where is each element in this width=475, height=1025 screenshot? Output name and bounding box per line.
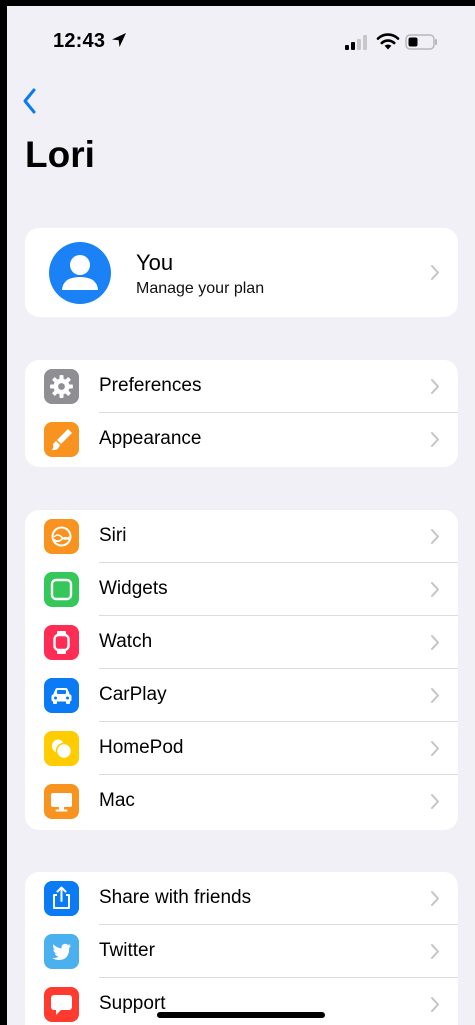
row-homepod[interactable]: HomePod (25, 722, 458, 775)
row-label: Support (99, 993, 166, 1014)
chevron-right-icon (431, 379, 439, 394)
watch-icon (44, 625, 79, 660)
row-watch[interactable]: Watch (25, 616, 458, 669)
home-indicator[interactable] (157, 1012, 325, 1018)
chevron-right-icon (431, 794, 439, 809)
chevron-right-icon (431, 944, 439, 959)
row-appearance[interactable]: Appearance (25, 413, 458, 466)
chevron-right-icon (431, 529, 439, 544)
row-widgets[interactable]: Widgets (25, 563, 458, 616)
siri-icon (44, 519, 79, 554)
widget-square-icon (44, 572, 79, 607)
row-twitter[interactable]: Twitter (25, 925, 458, 978)
row-label: Widgets (99, 578, 168, 599)
car-icon (44, 678, 79, 713)
left-black-edge (0, 0, 7, 1025)
row-label: CarPlay (99, 684, 167, 705)
cellular-signal-icon (345, 35, 367, 50)
status-bar: 12:43 (7, 6, 475, 70)
page-title: Lori (25, 134, 95, 175)
row-mac[interactable]: Mac (25, 775, 458, 828)
chevron-right-icon (431, 432, 439, 447)
gear-icon (44, 369, 79, 404)
chevron-right-icon (431, 688, 439, 703)
location-arrow-icon (112, 33, 126, 47)
chevron-right-icon (431, 265, 439, 280)
row-carplay[interactable]: CarPlay (25, 669, 458, 722)
avatar (49, 242, 111, 304)
row-share-with-friends[interactable]: Share with friends (25, 872, 458, 925)
row-label: Preferences (99, 375, 202, 396)
row-preferences[interactable]: Preferences (25, 360, 458, 413)
row-label: Siri (99, 525, 127, 546)
settings-group-devices: Siri Widgets Watch CarPlay HomePod Mac (25, 510, 458, 830)
chevron-right-icon (431, 891, 439, 906)
wifi-icon (376, 33, 400, 50)
chevron-left-icon[interactable] (15, 84, 45, 118)
row-label: Share with friends (99, 887, 252, 908)
profile-subtitle: Manage your plan (136, 280, 265, 297)
person-icon (62, 255, 98, 290)
chevron-right-icon (431, 582, 439, 597)
desktop-icon (44, 784, 79, 819)
chevron-right-icon (431, 997, 439, 1012)
status-time: 12:43 (53, 30, 106, 52)
chevron-right-icon (431, 741, 439, 756)
paintbrush-icon (44, 422, 79, 457)
settings-screen: 12:43 Lori You Manage your plan Preferen… (7, 6, 475, 1025)
twitter-bird-icon (44, 934, 79, 969)
settings-group-social: Share with friends Twitter Support (25, 872, 458, 1025)
row-label: Appearance (99, 428, 202, 449)
profile-card[interactable]: You Manage your plan (25, 228, 458, 317)
row-label: HomePod (99, 737, 184, 758)
settings-group-general: Preferences Appearance (25, 360, 458, 467)
row-siri[interactable]: Siri (25, 510, 458, 563)
share-icon (44, 881, 79, 916)
profile-name: You (136, 250, 174, 275)
row-label: Twitter (99, 940, 155, 961)
chevron-right-icon (431, 635, 439, 650)
homepod-icon (44, 731, 79, 766)
row-label: Watch (99, 631, 153, 652)
battery-icon (405, 34, 437, 50)
chat-bubble-icon (44, 987, 79, 1022)
row-label: Mac (99, 790, 135, 811)
